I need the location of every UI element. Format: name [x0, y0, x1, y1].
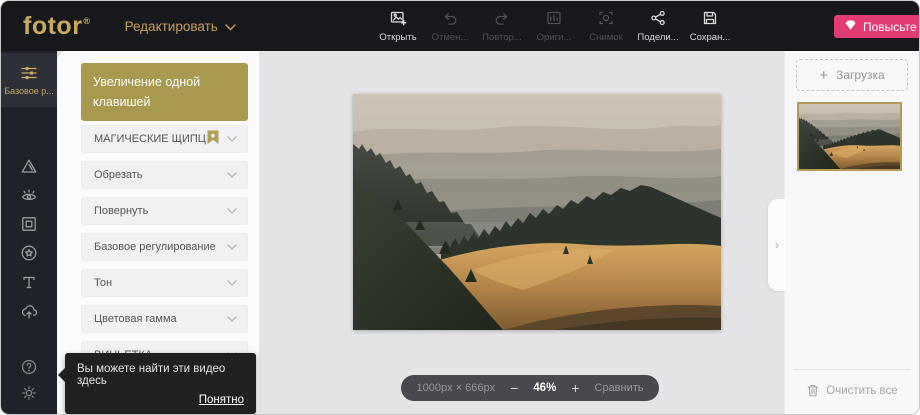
trash-icon: [806, 383, 820, 398]
undo-icon: [441, 9, 459, 30]
section-label: МАГИЧЕСКИЕ ЩИПЦЫ: [94, 133, 207, 145]
sidebar-item-basic-edit[interactable]: Базовое р...: [1, 53, 57, 107]
section-tone[interactable]: Тон: [81, 269, 248, 297]
sidebar-bottom-icons: [1, 358, 57, 402]
chevron-down-icon: [225, 19, 236, 34]
gem-icon: [844, 19, 857, 34]
panel-collapse-handle[interactable]: ›: [768, 199, 786, 291]
fotor-logo[interactable]: fotor®: [23, 14, 91, 39]
one-tap-enhance-banner[interactable]: Увеличение одной клавишей: [81, 63, 248, 121]
chevron-down-icon: [227, 313, 237, 325]
plus-icon: +: [819, 68, 828, 83]
header-bar: fotor® Редактировать Открыть Отмен... По…: [1, 1, 920, 51]
section-color-palette[interactable]: Цветовая гамма: [81, 305, 248, 333]
compare-button[interactable]: Сравнить: [595, 382, 644, 394]
chevron-down-icon: [227, 133, 237, 145]
section-label: Тон: [94, 277, 227, 289]
sidebar-icon-column: [1, 157, 57, 320]
logo-text: fotor: [23, 12, 82, 40]
undo-button[interactable]: Отмен...: [429, 9, 471, 43]
toolbar: Открыть Отмен... Повтор... Ориги... Сним…: [377, 1, 731, 51]
section-label: Повернуть: [94, 205, 227, 217]
sliders-icon: [19, 64, 39, 82]
redo-icon: [493, 9, 511, 30]
text-icon[interactable]: [20, 273, 38, 291]
share-icon: [649, 9, 667, 30]
chevron-right-icon: ›: [775, 238, 779, 252]
snapshot-button[interactable]: Снимок: [585, 9, 627, 43]
tooltip-text: Вы можете найти эти видео здесь: [77, 363, 225, 387]
uploaded-image-thumbnail[interactable]: [797, 102, 902, 171]
registered-mark: ®: [83, 16, 90, 26]
open-label: Открыть: [379, 32, 416, 43]
undo-label: Отмен...: [432, 32, 469, 43]
help-icon[interactable]: [20, 358, 38, 376]
bookmark-pro-icon: [207, 130, 219, 148]
open-button[interactable]: Открыть: [377, 9, 419, 43]
original-label: Ориги...: [537, 32, 572, 43]
upgrade-label: Повысьте уровень: [863, 20, 920, 34]
accordion-sections: МАГИЧЕСКИЕ ЩИПЦЫ Обрезать Повернуть Базо…: [81, 125, 248, 377]
section-label: Обрезать: [94, 169, 227, 181]
upload-button[interactable]: + Загрузка: [796, 59, 908, 91]
section-basic-adjust[interactable]: Базовое регулирование: [81, 233, 248, 261]
save-button[interactable]: Сохран...: [689, 9, 731, 43]
clear-all-button[interactable]: Очистить все: [785, 383, 919, 398]
section-label: Цветовая гамма: [94, 313, 227, 325]
redo-button[interactable]: Повтор...: [481, 9, 523, 43]
thumbnail-image: [799, 104, 900, 169]
cloud-upload-icon[interactable]: [20, 302, 38, 320]
effects-icon[interactable]: [20, 157, 38, 175]
section-rotate[interactable]: Повернуть: [81, 197, 248, 225]
divider: [793, 369, 911, 370]
save-label: Сохран...: [690, 32, 731, 43]
chevron-down-icon: [227, 205, 237, 217]
stickers-icon[interactable]: [20, 244, 38, 262]
redo-label: Повтор...: [482, 32, 522, 43]
sidebar-item-basic-edit-label: Базовое р...: [4, 86, 54, 96]
frames-icon[interactable]: [20, 215, 38, 233]
original-button[interactable]: Ориги...: [533, 9, 575, 43]
chevron-down-icon: [227, 241, 237, 253]
section-label: Базовое регулирование: [94, 241, 227, 253]
snapshot-focus-icon: [597, 9, 615, 30]
zoom-in-button[interactable]: +: [571, 381, 579, 395]
chevron-down-icon: [227, 169, 237, 181]
upgrade-button[interactable]: Повысьте уровень: [834, 15, 920, 38]
videos-hint-tooltip: Вы можете найти эти видео здесь Понятно: [65, 353, 256, 414]
edit-mode-label: Редактировать: [125, 19, 218, 34]
fotor-editor-window: fotor® Редактировать Открыть Отмен... По…: [0, 0, 920, 415]
share-button[interactable]: Подели...: [637, 9, 679, 43]
left-icon-sidebar: Базовое р...: [1, 51, 57, 414]
photo-canvas-image[interactable]: [353, 94, 721, 330]
open-image-icon: [389, 9, 407, 30]
image-dimensions: 1000px × 666px: [416, 382, 495, 394]
settings-gear-icon[interactable]: [20, 384, 38, 402]
uploads-panel: + Загрузка Очистить все: [784, 51, 919, 414]
chevron-down-icon: [227, 277, 237, 289]
edit-mode-dropdown[interactable]: Редактировать: [125, 19, 236, 34]
zoom-toolbar: 1000px × 666px − 46% + Сравнить: [401, 375, 659, 401]
original-image-icon: [545, 9, 563, 30]
share-label: Подели...: [637, 32, 678, 43]
upload-label: Загрузка: [836, 68, 885, 82]
zoom-out-button[interactable]: −: [510, 381, 518, 395]
snapshot-label: Снимок: [589, 32, 622, 43]
clear-all-label: Очистить все: [826, 385, 897, 397]
section-crop[interactable]: Обрезать: [81, 161, 248, 189]
save-floppy-icon: [701, 9, 719, 30]
section-magic-clipper[interactable]: МАГИЧЕСКИЕ ЩИПЦЫ: [81, 125, 248, 153]
tooltip-dismiss-link[interactable]: Понятно: [77, 394, 244, 406]
zoom-level: 46%: [533, 382, 556, 394]
canvas-area: 1000px × 666px − 46% + Сравнить: [259, 51, 784, 414]
beauty-eye-icon[interactable]: [20, 186, 38, 204]
